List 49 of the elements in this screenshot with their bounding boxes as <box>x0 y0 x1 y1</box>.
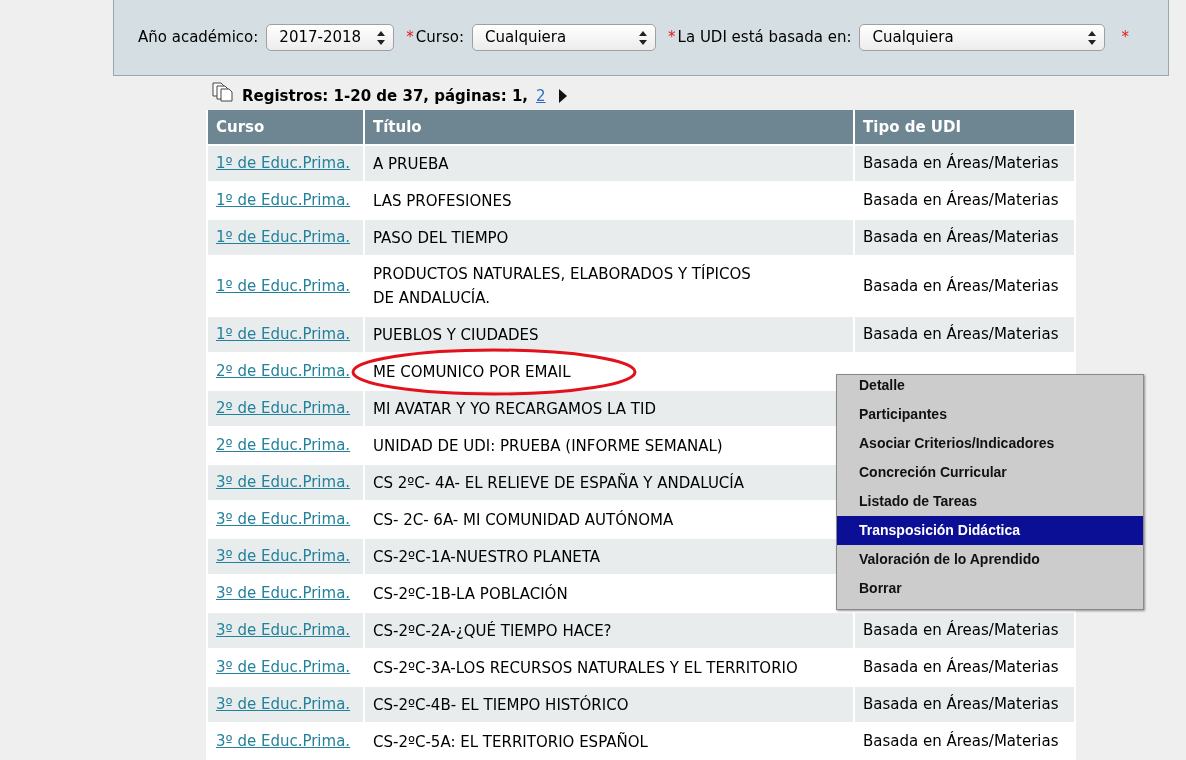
table-cell: Basada en Áreas/Materias <box>863 191 1059 210</box>
menu-item[interactable]: Participantes <box>837 400 1143 429</box>
required-mark: * <box>1121 27 1129 49</box>
title-text: CS-2ºC-2A-¿QUÉ TIEMPO HACE? <box>372 621 612 640</box>
menu-item[interactable]: Detalle <box>837 371 1143 400</box>
field-label: Año académico: <box>138 27 259 49</box>
title-text: CS-2ºC-4B- EL TIEMPO HISTÓRICO <box>372 695 629 714</box>
table-cell: Basada en Áreas/Materias <box>863 325 1059 344</box>
updown-arrows-icon <box>1088 30 1097 45</box>
menu-item[interactable]: Asociar Criterios/Indicadores <box>837 429 1143 458</box>
title-text: ME COMUNICO POR EMAIL <box>372 362 571 381</box>
table-cell: Basada en Áreas/Materias <box>863 621 1059 640</box>
title-text: A PRUEBA <box>372 154 449 173</box>
menu-item[interactable]: Listado de Tareas <box>837 487 1143 516</box>
title-text: CS 2ºC- 4A- EL RELIEVE DE ESPAÑA Y ANDALUCÍA <box>372 473 745 492</box>
title-text: MI AVATAR Y YO RECARGAMOS LA TID <box>372 399 656 418</box>
title-text: PASO DEL TIEMPO <box>372 228 509 247</box>
field-label: Curso: <box>415 27 465 49</box>
table-cell: Basada en Áreas/Materias <box>863 276 1059 295</box>
table-cell: Basada en Áreas/Materias <box>863 658 1059 677</box>
title-text: PUEBLOS Y CIUDADES <box>372 325 539 344</box>
pager-summary: Registros: 1-20 de 37, páginas: 1, <box>242 85 529 107</box>
required-mark: * <box>406 27 414 49</box>
title-text: CS-2ºC-5A: EL TERRITORIO ESPAÑOL <box>372 732 648 751</box>
title-text: CS-2ºC-1A-NUESTRO PLANETA <box>372 547 601 566</box>
updown-arrows-icon <box>377 30 386 45</box>
select-dropdown[interactable]: Cualquiera <box>859 24 1106 51</box>
menu-item[interactable]: Concreción Curricular <box>837 458 1143 487</box>
copy-pages-icon <box>212 82 234 102</box>
table-cell: Basada en Áreas/Materias <box>863 228 1059 247</box>
title-text: CS-2ºC-3A-LOS RECURSOS NATURALES Y EL TERRITORIO <box>372 658 798 677</box>
table-cell: Basada en Áreas/Materias <box>863 154 1059 173</box>
menu-item[interactable]: Valoración de lo Aprendido <box>837 545 1143 574</box>
title-text: PRODUCTOS NATURALES, ELABORADOS Y TÍPICOS DE ANDALUCÍA. <box>372 265 751 307</box>
select-dropdown[interactable]: Cualquiera <box>472 24 657 51</box>
title-text: LAS PROFESIONES <box>372 191 512 210</box>
table-cell: Basada en Áreas/Materias <box>863 695 1059 714</box>
select-dropdown[interactable]: 2017-2018 <box>266 24 395 51</box>
updown-arrows-icon <box>639 30 648 45</box>
title-text: UNIDAD DE UDI: PRUEBA (INFORME SEMANAL) <box>372 436 723 455</box>
menu-item[interactable]: Transposición Didáctica <box>837 516 1143 545</box>
table-cell: Basada en Áreas/Materias <box>863 732 1059 751</box>
next-arrow-icon[interactable] <box>557 88 568 104</box>
title-text: CS- 2C- 6A- MI COMUNIDAD AUTÓNOMA <box>372 510 674 529</box>
field-label: La UDI está basada en: <box>677 27 852 49</box>
page-link[interactable]: 2 <box>536 84 546 108</box>
title-text: CS-2ºC-1B-LA POBLACIÓN <box>372 584 568 603</box>
required-mark: * <box>668 27 676 49</box>
menu-item[interactable]: Borrar <box>837 574 1143 603</box>
